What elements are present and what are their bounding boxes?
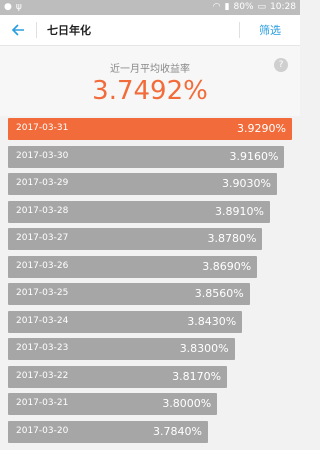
row-value: 3.9030%: [221, 177, 271, 190]
row-value: 3.8560%: [194, 287, 244, 300]
status-right: ◠ ▮ 80% ▭ 10:28: [213, 0, 296, 15]
row-date: 2017-03-26: [16, 260, 69, 271]
summary-label: 近一月平均收益率: [110, 64, 190, 75]
list-item[interactable]: 2017-03-30 3.9160%: [0, 145, 300, 174]
row-value: 3.7840%: [153, 424, 202, 438]
clock: 10:28: [270, 2, 296, 12]
list-item[interactable]: 2017-03-26 3.8690%: [0, 255, 300, 284]
row-value: 3.8430%: [187, 314, 237, 328]
row-date: 2017-03-21: [16, 398, 69, 408]
row-date: 2017-03-20: [16, 425, 69, 436]
usb-icon: ψ: [15, 2, 22, 12]
wifi-icon: ◠: [212, 2, 221, 12]
row-date: 2017-03-27: [16, 233, 69, 243]
row-value: 3.8000%: [162, 397, 212, 410]
back-button[interactable]: [0, 15, 36, 46]
list-item[interactable]: 2017-03-24 3.8430%: [0, 310, 300, 339]
list-item[interactable]: 2017-03-25 3.8560%: [0, 283, 300, 311]
row-value: 3.9290%: [237, 122, 286, 135]
summary-panel: 近一月平均收益率 ? 3.7492%: [0, 46, 300, 116]
row-value: 3.8300%: [179, 342, 229, 355]
status-left: ● ψ: [4, 0, 22, 15]
list-item[interactable]: 2017-03-22 3.8170%: [0, 365, 300, 394]
signal-icon: ▮: [224, 2, 230, 12]
summary-value: 3.7492%: [92, 76, 208, 106]
row-value: 3.8780%: [207, 232, 257, 245]
row-date: 2017-03-28: [16, 205, 69, 216]
yield-list: 2017-03-31 3.9290% 2017-03-30 3.9160% 2017-0…: [0, 118, 300, 448]
list-item[interactable]: 2017-03-28 3.8910%: [0, 200, 300, 229]
app-bar: 七日年化 筛选: [0, 15, 300, 46]
row-value: 3.9160%: [229, 149, 279, 163]
row-date: 2017-03-25: [16, 288, 69, 298]
row-value: 3.8690%: [202, 259, 252, 273]
row-date: 2017-03-22: [16, 370, 69, 381]
list-item[interactable]: 2017-03-21 3.8000%: [0, 393, 300, 421]
page-title: 七日年化: [47, 24, 91, 37]
row-date: 2017-03-29: [16, 178, 69, 188]
status-bar: ● ψ ◠ ▮ 80% ▭ 10:28: [0, 0, 300, 15]
help-icon[interactable]: ?: [274, 58, 288, 72]
filter-button[interactable]: 筛选: [240, 22, 300, 38]
row-value: 3.8170%: [172, 369, 222, 383]
list-item[interactable]: 2017-03-23 3.8300%: [0, 338, 300, 366]
list-item[interactable]: 2017-03-31 3.9290%: [0, 118, 300, 146]
list-item[interactable]: 2017-03-27 3.8780%: [0, 228, 300, 256]
battery-icon: ▭: [257, 2, 267, 12]
battery-percent: 80%: [233, 2, 254, 12]
list-item[interactable]: 2017-03-20 3.7840%: [0, 420, 300, 449]
notification-icon: ●: [4, 2, 12, 12]
arrow-left-icon: [11, 24, 24, 36]
row-value: 3.8910%: [215, 204, 264, 218]
row-date: 2017-03-31: [16, 123, 69, 133]
row-date: 2017-03-23: [16, 343, 69, 353]
row-date: 2017-03-30: [16, 150, 69, 161]
row-date: 2017-03-24: [16, 315, 69, 326]
list-item[interactable]: 2017-03-29 3.9030%: [0, 173, 300, 201]
